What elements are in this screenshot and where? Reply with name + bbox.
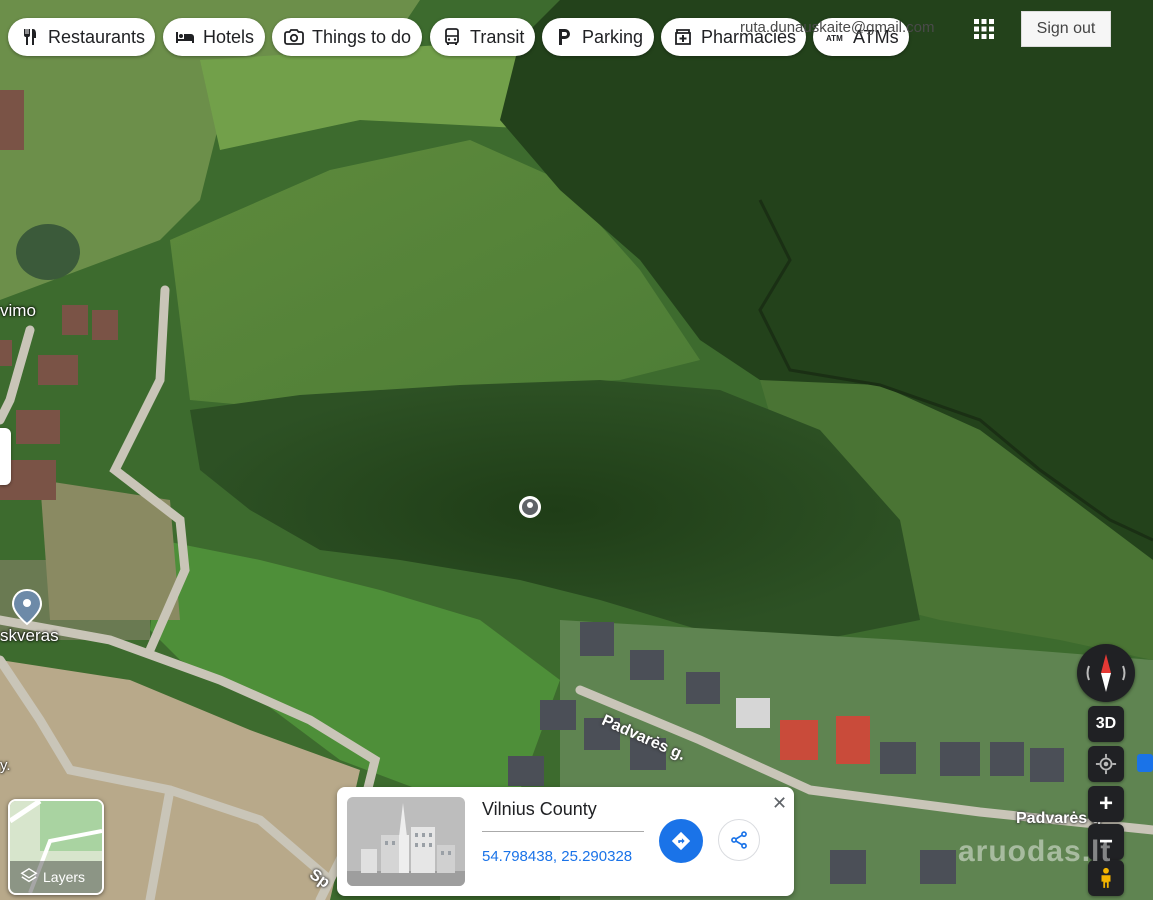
share-button[interactable]: [718, 819, 760, 861]
parking-icon: [554, 26, 574, 48]
category-chip-hotels[interactable]: Hotels: [163, 18, 265, 56]
sign-out-button[interactable]: Sign out: [1021, 11, 1111, 47]
compass-button[interactable]: [1077, 644, 1135, 702]
layers-label: Layers: [43, 869, 86, 885]
place-info-card: Vilnius County 54.798438, 25.290328 ✕: [337, 787, 794, 896]
layers-icon: [20, 867, 38, 883]
account-email: ruta.dunauskaite@gmail.com: [740, 19, 935, 36]
chip-label: Restaurants: [48, 26, 146, 47]
bed-icon: [175, 26, 195, 48]
pegman-icon: [1101, 867, 1111, 888]
camera-icon: [284, 26, 304, 48]
chip-label: Parking: [582, 26, 644, 47]
side-panel-toggle[interactable]: [0, 428, 11, 485]
category-chip-transit[interactable]: Transit: [430, 18, 535, 56]
place-thumbnail[interactable]: [347, 797, 465, 886]
bus-icon: [442, 26, 462, 48]
place-pin-icon[interactable]: [519, 496, 541, 518]
chip-label: Things to do: [312, 26, 412, 47]
directions-icon: [671, 831, 691, 851]
zoom-in-button[interactable]: +: [1088, 786, 1124, 822]
place-label-skveras: skveras: [0, 626, 59, 645]
satellite-map[interactable]: [0, 0, 1153, 900]
city-illustration: [347, 797, 465, 886]
layers-button[interactable]: Layers: [8, 799, 104, 895]
3d-label: 3D: [1095, 715, 1117, 732]
left-edge-label: y.: [0, 757, 11, 774]
category-chip-restaurants[interactable]: Restaurants: [8, 18, 155, 56]
watermark: aruodas.lt: [958, 835, 1112, 868]
crosshair-icon: [1095, 753, 1117, 775]
plus-icon: +: [1098, 790, 1113, 817]
3d-toggle-button[interactable]: 3D: [1088, 706, 1124, 742]
apps-grid-icon[interactable]: [972, 17, 996, 41]
my-location-button[interactable]: [1088, 746, 1124, 782]
place-coordinates-link[interactable]: 54.798438, 25.290328: [482, 848, 632, 865]
category-chip-parking[interactable]: Parking: [542, 18, 654, 56]
share-icon: [731, 831, 747, 849]
title-divider: [482, 831, 644, 832]
category-chip-things-to-do[interactable]: Things to do: [272, 18, 422, 56]
compass-icon: [1086, 654, 1126, 692]
place-label-vimo: vimo: [0, 301, 36, 320]
close-icon[interactable]: ✕: [772, 793, 787, 814]
chip-label: Transit: [470, 26, 525, 47]
directions-mini-icon[interactable]: [1137, 754, 1153, 772]
pharmacy-icon: [673, 26, 693, 48]
place-title: Vilnius County: [482, 799, 597, 819]
directions-button[interactable]: [659, 819, 703, 863]
fork-knife-icon: [20, 26, 40, 48]
chip-label: Hotels: [203, 26, 255, 47]
